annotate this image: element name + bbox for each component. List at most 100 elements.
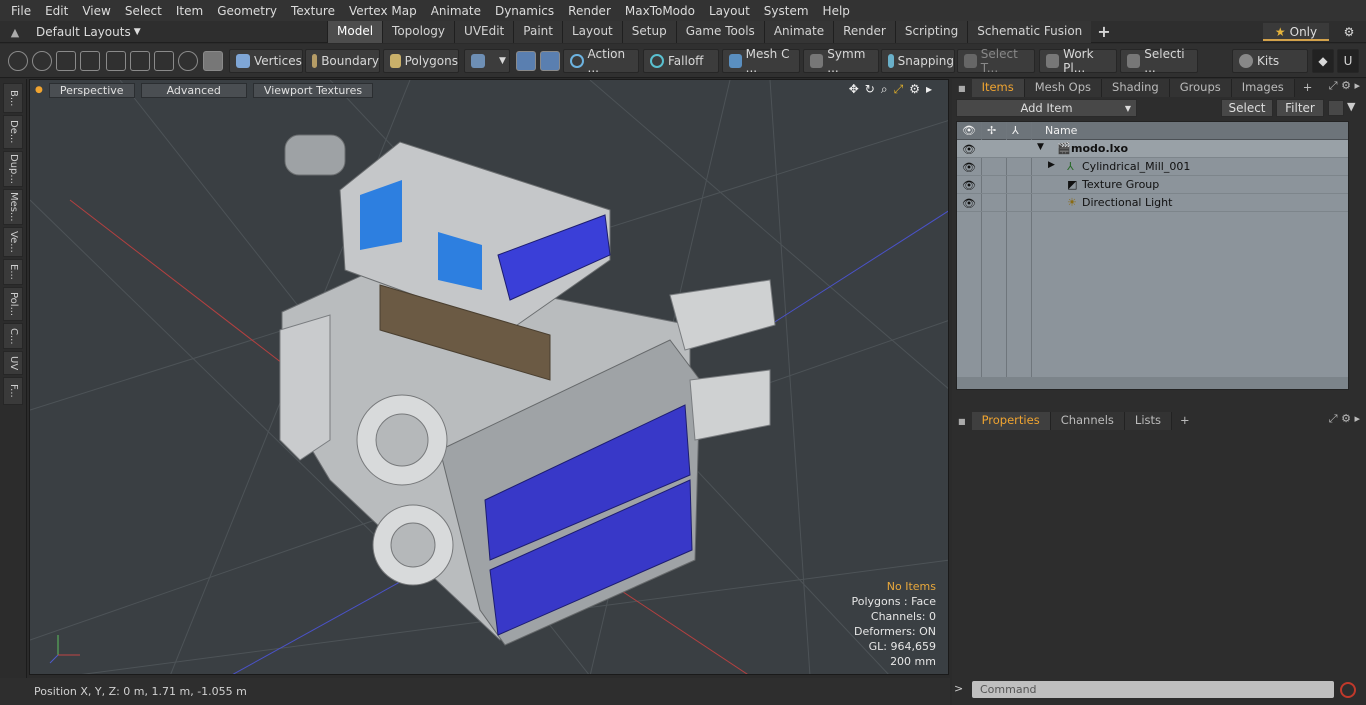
tab-setup[interactable]: Setup [621,21,676,43]
select-through-button[interactable]: Select T... [957,47,1035,75]
advanced-button[interactable]: Advanced [140,82,247,98]
menu-geometry[interactable]: Geometry [210,4,284,18]
menu-item[interactable]: Item [169,4,210,18]
only-toggle[interactable]: ★ Only [1263,23,1329,41]
eye-icon[interactable]: 👁 [962,197,976,210]
collapse-icon[interactable] [1328,100,1344,116]
expand-arrow-icon[interactable]: ▼ [1037,142,1044,152]
ref-icon[interactable] [540,51,560,71]
menu-select[interactable]: Select [118,4,169,18]
tab-layout[interactable]: Layout [561,21,622,43]
settings-icon[interactable]: ⚙ [909,82,920,97]
add-panel-tab-icon[interactable]: + [1295,79,1321,97]
expand-icon[interactable]: ⤢ [1329,412,1338,425]
menu-view[interactable]: View [75,4,117,18]
left-tab-uv[interactable]: UV [3,351,23,375]
tab-mesh-ops[interactable]: Mesh Ops [1024,79,1103,97]
square-icon[interactable] [154,51,174,71]
pen-icon[interactable] [56,51,76,71]
expand-arrow-icon[interactable]: ▶ [1048,160,1055,170]
panel-gear-icon[interactable]: ⚙ [1341,79,1351,92]
eye-icon[interactable]: 👁 [962,179,976,192]
tree-row[interactable]: 👁 ◩ Texture Group [957,176,1348,194]
stop-record-icon[interactable] [1340,682,1356,698]
left-tab-curve[interactable]: C... [3,323,23,349]
panel-arrow-icon[interactable]: ▸ [1354,79,1360,92]
falloff-button[interactable]: Falloff [643,49,719,73]
menu-file[interactable]: File [4,4,38,18]
left-tab-duplicate[interactable]: Dup... [3,151,23,187]
left-tab-polygon[interactable]: Pol... [3,287,23,321]
symmetry-icon[interactable] [516,51,536,71]
tab-channels[interactable]: Channels [1050,412,1125,430]
panel-arrow-icon[interactable]: ▸ [1354,412,1360,425]
tab-items[interactable]: Items [971,79,1025,97]
tab-model[interactable]: Model [327,21,383,43]
add-tab-icon[interactable]: + [1091,21,1116,43]
expand-icon[interactable]: ⤢ [1329,79,1338,92]
perspective-button[interactable]: Perspective [48,82,135,98]
grid-icon[interactable] [130,51,150,71]
menu-animate[interactable]: Animate [424,4,488,18]
eye-icon[interactable]: 👁 [962,143,976,156]
menu-edit[interactable]: Edit [38,4,75,18]
zoom-icon[interactable]: ⌕ [881,82,888,97]
menu-texture[interactable]: Texture [284,4,342,18]
tab-properties[interactable]: Properties [971,412,1051,430]
command-input[interactable]: Command [972,681,1334,698]
lasso-icon[interactable] [80,51,100,71]
left-tab-deform[interactable]: De... [3,115,23,149]
tree-row[interactable]: 👁 ▼ 🎬 modo.lxo [957,140,1348,158]
tab-render[interactable]: Render [833,21,895,43]
filter-button[interactable]: Filter [1276,99,1324,117]
gear-icon[interactable]: ⚙ [1339,23,1359,41]
play-icon[interactable]: ▸ [926,82,932,97]
globe-icon[interactable] [32,51,52,71]
tab-uvedit[interactable]: UVEdit [454,21,514,43]
3d-viewport[interactable]: ● Perspective Advanced Viewport Textures… [29,79,949,675]
selection-sets-button[interactable]: Selecti ... [1120,47,1198,75]
mesh-constraints-button[interactable]: Mesh C ... [722,47,800,75]
menu-system[interactable]: System [757,4,816,18]
menu-vertex-map[interactable]: Vertex Map [342,4,424,18]
circle-select-icon[interactable] [8,51,28,71]
kits-button[interactable]: Kits [1232,49,1308,73]
viewport-textures-button[interactable]: Viewport Textures [252,82,374,98]
tab-paint[interactable]: Paint [513,21,562,43]
tree-row[interactable]: 👁 ☀ Directional Light [957,194,1348,212]
vertices-button[interactable]: Vertices [229,49,303,73]
left-tab-vertex[interactable]: Ve... [3,227,23,257]
tab-schematic-fusion[interactable]: Schematic Fusion [967,21,1092,43]
menu-maxtomodo[interactable]: MaxToModo [618,4,702,18]
tree-row[interactable]: 👁 ▶ ⅄ Cylindrical_Mill_001 [957,158,1348,176]
tab-groups[interactable]: Groups [1169,79,1232,97]
menu-layout[interactable]: Layout [702,4,757,18]
maximize-icon[interactable]: ⤢ [894,82,904,97]
left-tab-basic[interactable]: B... [3,83,23,113]
panel-gear-icon[interactable]: ⚙ [1341,412,1351,425]
left-tab-mesh[interactable]: Mes... [3,189,23,225]
tree-horizontal-scrollbar[interactable] [957,377,1348,389]
unity-icon[interactable]: ◆ [1312,49,1334,73]
add-props-tab-icon[interactable]: + [1172,412,1198,430]
left-tab-edge[interactable]: E... [3,259,23,285]
work-plane-button[interactable]: Work Pl... [1039,47,1117,75]
menu-help[interactable]: Help [816,4,857,18]
action-center-button[interactable]: Action ... [563,47,639,75]
material-dropdown[interactable]: ▼ [464,49,510,73]
layouts-dropdown[interactable]: ▲ Default Layouts ▼ [4,23,141,41]
tab-game-tools[interactable]: Game Tools [675,21,764,43]
boundary-button[interactable]: Boundary [305,49,380,73]
tab-topology[interactable]: Topology [382,21,455,43]
tab-lists[interactable]: Lists [1124,412,1173,430]
unreal-icon[interactable]: U [1337,49,1359,73]
tab-scripting[interactable]: Scripting [894,21,968,43]
symmetry-button[interactable]: Symm ... [803,47,879,75]
select-button[interactable]: Select [1221,99,1273,117]
tab-shading[interactable]: Shading [1102,79,1170,97]
home-icon[interactable]: ▲ [4,26,26,39]
polygons-button[interactable]: Polygons [383,49,459,73]
menu-render[interactable]: Render [561,4,618,18]
snapping-button[interactable]: Snapping [881,49,955,73]
menu-dynamics[interactable]: Dynamics [488,4,561,18]
